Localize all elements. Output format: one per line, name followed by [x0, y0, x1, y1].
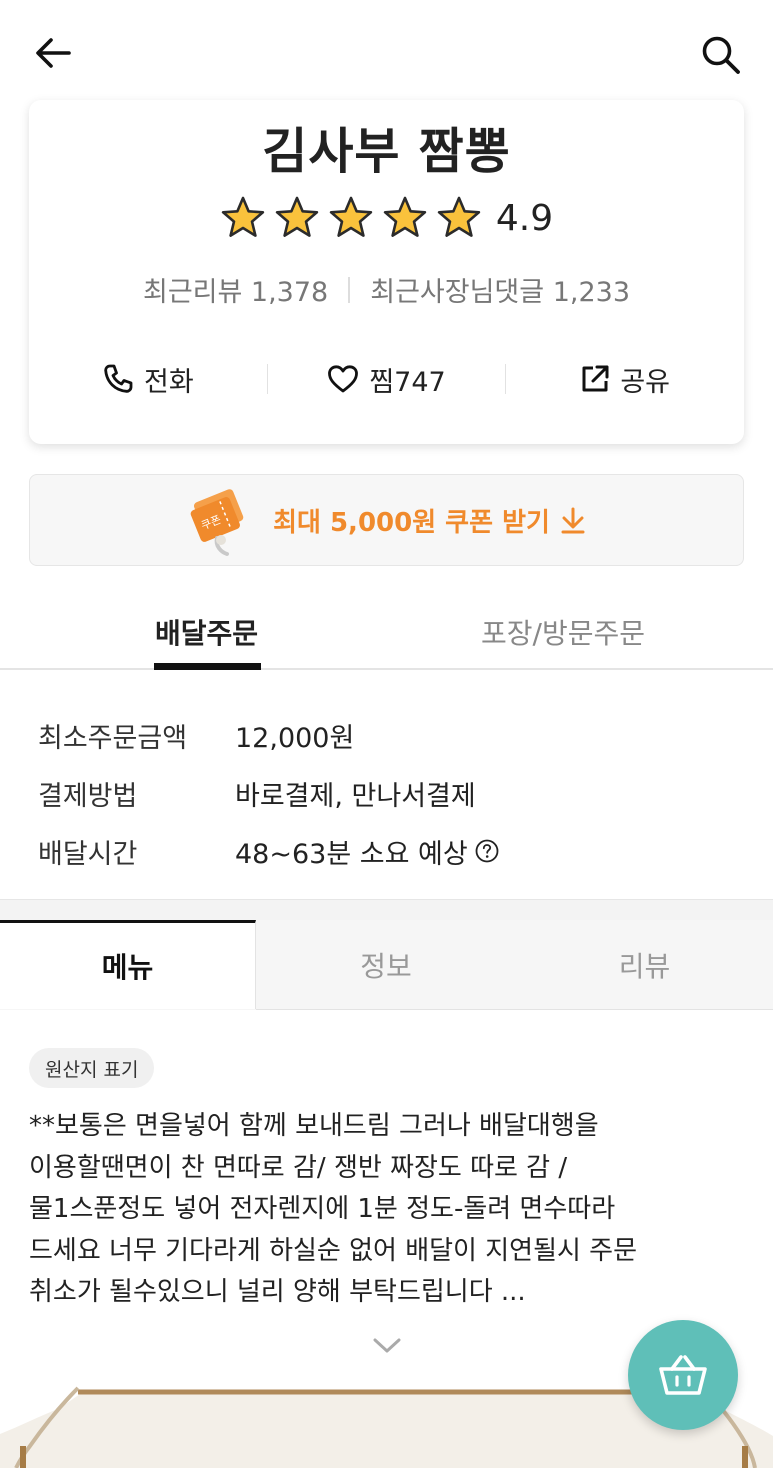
- shopping-basket-icon: [659, 1355, 707, 1395]
- star-icon: [437, 196, 481, 237]
- delivery-time-value-wrap: 48~63분 소요 예상: [235, 832, 500, 871]
- star-icon: [329, 196, 373, 237]
- origin-label-badge[interactable]: 원산지 표기: [29, 1048, 155, 1088]
- top-bar: [0, 0, 773, 110]
- call-label: 전화: [143, 366, 194, 398]
- coupon-download-button[interactable]: 쿠폰 최대 5,000원 쿠폰 받기: [29, 474, 744, 566]
- payment-method-row: 결제방법 바로결제, 만나서결제: [38, 764, 738, 822]
- search-button[interactable]: [696, 30, 746, 80]
- rating-stars: [220, 195, 482, 241]
- share-button[interactable]: 공유: [506, 360, 744, 399]
- review-stats: 최근리뷰 1,378 최근사장님댓글 1,233: [0, 270, 773, 309]
- rating-value: 4.9: [495, 197, 554, 239]
- order-type-tabs: 배달주문 포장/방문주문: [0, 598, 773, 670]
- phone-icon: [104, 364, 133, 393]
- share-label: 공유: [620, 366, 671, 398]
- heart-icon: [328, 365, 359, 393]
- download-arrow-icon: [561, 507, 585, 534]
- help-icon[interactable]: [474, 838, 500, 864]
- cart-button[interactable]: [628, 1320, 738, 1430]
- tab-reviews[interactable]: 리뷰: [516, 920, 773, 1010]
- min-order-value: 12,000원: [235, 722, 355, 754]
- arrow-left-icon: [36, 38, 71, 68]
- like-count: 747: [394, 366, 446, 398]
- tab-menu[interactable]: 메뉴: [0, 920, 256, 1009]
- active-tab-indicator: [154, 663, 261, 670]
- recent-review-count[interactable]: 최근리뷰 1,378: [143, 270, 328, 309]
- star-icon: [383, 196, 427, 237]
- like-text: 찜: [369, 366, 395, 398]
- min-order-label: 최소주문금액: [38, 722, 188, 754]
- delivery-time-label: 배달시간: [38, 838, 138, 870]
- coupon-ticket-icon: 쿠폰: [190, 489, 244, 556]
- call-button[interactable]: 전화: [29, 360, 267, 399]
- star-icon: [275, 196, 319, 237]
- store-notice-text: **보통은 면을넣어 함께 보내드림 그러나 배달대행을 이용할땐면이 찬 면따…: [29, 1111, 638, 1307]
- like-label: 찜747: [369, 360, 445, 399]
- store-actions: 전화 찜747 공유: [29, 346, 744, 412]
- delivery-time-row: 배달시간 48~63분 소요 예상: [38, 822, 738, 880]
- tab-delivery-order[interactable]: 배달주문: [155, 612, 258, 652]
- delivery-time-value: 48~63분 소요 예상: [235, 838, 468, 870]
- section-divider: [0, 899, 773, 921]
- rating-row: 4.9: [0, 195, 773, 241]
- menu-tabs: 메뉴 정보 리뷰: [0, 920, 773, 1010]
- owner-reply-count[interactable]: 최근사장님댓글 1,233: [370, 270, 630, 309]
- like-button[interactable]: 찜747: [268, 360, 506, 399]
- min-order-row: 최소주문금액 12,000원: [38, 706, 738, 764]
- search-icon: [702, 36, 740, 74]
- divider: [348, 276, 351, 303]
- share-icon: [582, 365, 609, 392]
- chevron-down-icon[interactable]: [370, 1334, 404, 1358]
- payment-method-value: 바로결제, 만나서결제: [235, 780, 476, 812]
- tab-pickup-order[interactable]: 포장/방문주문: [481, 612, 645, 652]
- order-info: 최소주문금액 12,000원 결제방법 바로결제, 만나서결제 배달시간 48~…: [38, 706, 738, 880]
- coupon-label: 최대 5,000원 쿠폰 받기: [273, 507, 550, 538]
- star-icon: [221, 196, 265, 237]
- back-button[interactable]: [30, 30, 76, 76]
- tab-info[interactable]: 정보: [256, 920, 516, 1010]
- payment-method-label: 결제방법: [38, 780, 138, 812]
- store-name: 김사부 짬뽕: [262, 123, 511, 180]
